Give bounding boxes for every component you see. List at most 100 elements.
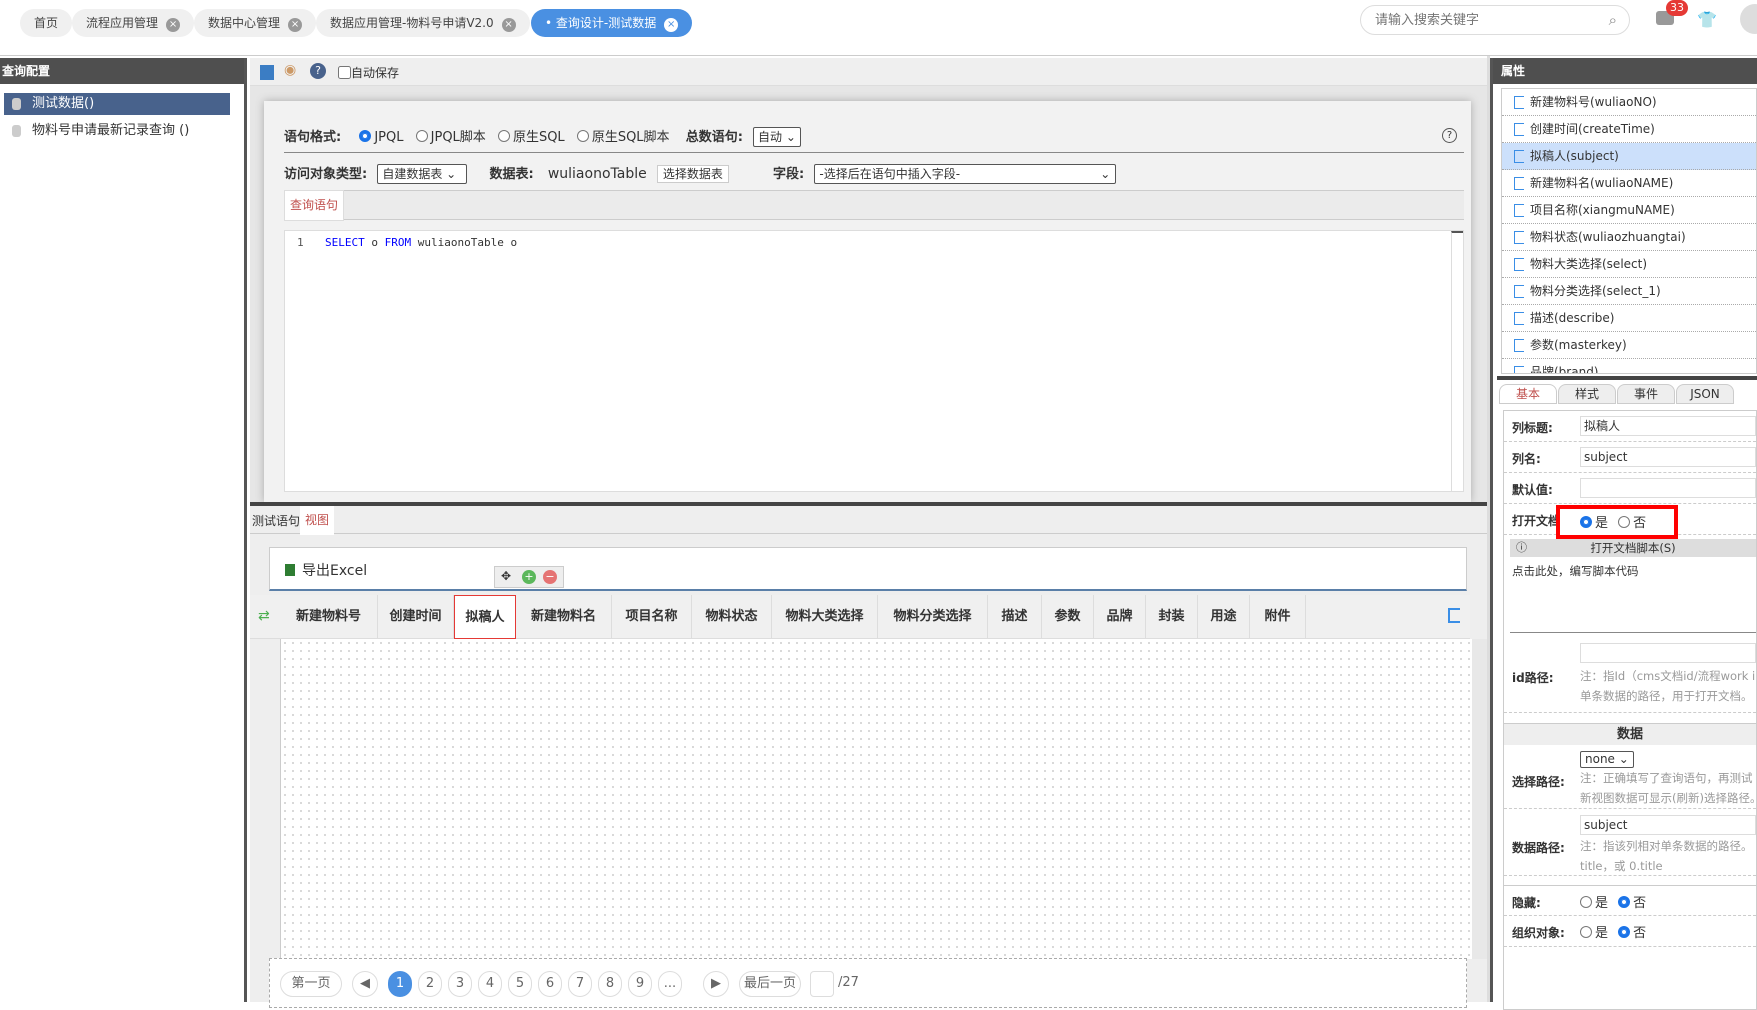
default-value-input[interactable] xyxy=(1580,478,1756,498)
export-excel-button[interactable]: 导出Excel xyxy=(302,560,367,580)
scrollbar[interactable] xyxy=(1451,231,1463,491)
add-column-icon[interactable]: + xyxy=(522,570,536,584)
help-icon[interactable]: ? xyxy=(310,63,326,79)
field-item[interactable]: 项目名称(xiangmuNAME) xyxy=(1502,197,1756,224)
page-button[interactable]: 6 xyxy=(538,971,562,997)
field-item[interactable]: 创建时间(createTime) xyxy=(1502,116,1756,143)
column-header[interactable]: 品牌 xyxy=(1094,595,1146,639)
page-button[interactable]: 5 xyxy=(508,971,532,997)
tree-item-latest-record[interactable]: 物料号申请最新记录查询 () xyxy=(4,120,189,142)
org-yes-radio[interactable]: 是 xyxy=(1580,926,1608,941)
help-icon[interactable]: ? xyxy=(1442,128,1457,143)
format-sql-script-radio[interactable]: 原生SQL脚本 xyxy=(576,130,670,145)
field-select[interactable]: -选择后在语句中插入字段- ⌄ xyxy=(814,164,1117,184)
column-header[interactable]: 新建物料名 xyxy=(516,595,612,639)
autosave-checkbox[interactable]: 自动保存 xyxy=(338,64,399,81)
page-button[interactable]: 8 xyxy=(598,971,622,997)
property-tab[interactable]: 事件 xyxy=(1617,384,1675,404)
hidden-yes-radio[interactable]: 是 xyxy=(1580,896,1608,911)
move-icon[interactable]: ✥ xyxy=(501,569,511,583)
data-path-input[interactable]: subject xyxy=(1580,815,1756,835)
remove-column-icon[interactable]: − xyxy=(543,570,557,584)
skin-icon[interactable]: 👕 xyxy=(1697,10,1717,29)
column-header[interactable]: 物料分类选择 xyxy=(878,595,988,639)
close-icon[interactable]: × xyxy=(288,18,303,32)
tab-query-design[interactable]: • 查询设计-测试数据 × xyxy=(531,9,693,37)
property-tab[interactable]: 样式 xyxy=(1558,384,1616,404)
save-icon[interactable] xyxy=(260,65,274,80)
column-header[interactable]: 拟稿人 xyxy=(454,595,516,639)
count-statement-select[interactable]: 自动 ⌄ xyxy=(753,127,801,147)
column-header[interactable]: 封装 xyxy=(1146,595,1198,639)
tab-test-statement[interactable]: 测试语句 xyxy=(244,512,300,529)
field-item[interactable]: 品牌(brand) xyxy=(1502,359,1756,373)
open-doc-no-radio[interactable]: 否 xyxy=(1618,516,1646,531)
close-icon[interactable]: × xyxy=(501,18,516,32)
field-item[interactable]: 描述(describe) xyxy=(1502,305,1756,332)
field-item[interactable]: 物料大类选择(select) xyxy=(1502,251,1756,278)
column-header[interactable]: 描述 xyxy=(988,595,1042,639)
search-icon[interactable]: ⌕ xyxy=(1609,11,1617,29)
column-title-input[interactable]: 拟稿人 xyxy=(1580,416,1756,436)
tab-query-statement[interactable]: 查询语句 xyxy=(284,190,344,221)
code-editor[interactable]: 1 SELECT o FROM wuliaonoTable o xyxy=(284,230,1464,492)
column-header[interactable]: 物料大类选择 xyxy=(772,595,878,639)
column-header[interactable]: 物料状态 xyxy=(692,595,772,639)
column-header[interactable]: 附件 xyxy=(1250,595,1306,639)
tab-flow-app[interactable]: 流程应用管理 × xyxy=(72,9,195,37)
field-item[interactable]: 新建物料名(wuliaoNAME) xyxy=(1502,170,1756,197)
page-button[interactable]: 1 xyxy=(388,971,412,997)
id-path-input[interactable] xyxy=(1580,643,1756,663)
left-panel-title: 查询配置 xyxy=(0,58,244,84)
column-name-input[interactable]: subject xyxy=(1580,447,1756,467)
close-icon[interactable]: × xyxy=(166,18,181,32)
tab-view[interactable]: 视图 xyxy=(300,506,335,535)
close-icon[interactable]: × xyxy=(664,18,679,32)
refresh-icon[interactable]: ⇄ xyxy=(258,608,270,624)
field-item[interactable]: 参数(masterkey) xyxy=(1502,332,1756,359)
script-editor[interactable]: 点击此处，编写脚本代码 xyxy=(1510,557,1756,633)
prev-page-button[interactable]: ◀ xyxy=(352,971,378,997)
open-doc-yes-radio[interactable]: 是 xyxy=(1580,516,1608,531)
search-box[interactable]: ⌕ xyxy=(1360,5,1630,35)
select-path-select[interactable]: none ⌄ xyxy=(1580,751,1634,768)
tab-data-app[interactable]: 数据应用管理-物料号申请V2.0 × xyxy=(316,9,530,37)
next-page-button[interactable]: ▶ xyxy=(703,971,729,997)
preview-eye-icon[interactable]: ◉ xyxy=(284,62,296,78)
column-header[interactable]: 新建物料号 xyxy=(280,595,378,639)
column-header[interactable]: 用途 xyxy=(1198,595,1250,639)
column-settings-icon[interactable] xyxy=(1448,608,1460,623)
page-button[interactable]: ... xyxy=(658,971,682,997)
tab-home[interactable]: 首页 xyxy=(20,9,73,37)
search-input[interactable] xyxy=(1375,12,1575,27)
page-input[interactable] xyxy=(810,971,834,997)
query-editor-card: 语句格式: JPQL JPQL脚本 原生SQL 原生SQL脚本 总数语句: 自动… xyxy=(264,101,1471,502)
column-header[interactable]: 创建时间 xyxy=(378,595,454,639)
first-page-button[interactable]: 第一页 xyxy=(280,971,342,997)
column-header[interactable]: 参数 xyxy=(1042,595,1094,639)
field-item[interactable]: 物料分类选择(select_1) xyxy=(1502,278,1756,305)
format-sql-radio[interactable]: 原生SQL xyxy=(497,130,565,145)
format-jpql-script-radio[interactable]: JPQL脚本 xyxy=(415,130,486,145)
field-item[interactable]: 拟稿人(subject) xyxy=(1502,143,1756,170)
format-jpql-radio[interactable]: JPQL xyxy=(359,130,404,145)
last-page-button[interactable]: 最后一页 xyxy=(739,971,801,997)
page-button[interactable]: 3 xyxy=(448,971,472,997)
choose-table-button[interactable]: 选择数据表 xyxy=(656,165,729,183)
avatar[interactable] xyxy=(1740,4,1757,34)
column-header[interactable]: 项目名称 xyxy=(612,595,692,639)
page-button[interactable]: 7 xyxy=(568,971,592,997)
tab-data-center[interactable]: 数据中心管理 × xyxy=(194,9,317,37)
page-button[interactable]: 4 xyxy=(478,971,502,997)
org-no-radio[interactable]: 否 xyxy=(1618,926,1646,941)
property-tab[interactable]: JSON xyxy=(1676,384,1734,404)
hidden-no-radio[interactable]: 否 xyxy=(1618,896,1646,911)
tree-item-test-data[interactable]: 测试数据() xyxy=(4,93,230,115)
page-button[interactable]: 2 xyxy=(418,971,442,997)
scrollbar[interactable] xyxy=(1472,639,1487,959)
field-item[interactable]: 物料状态(wuliaozhuangtai) xyxy=(1502,224,1756,251)
page-button[interactable]: 9 xyxy=(628,971,652,997)
property-tab[interactable]: 基本 xyxy=(1499,384,1557,404)
access-type-select[interactable]: 自建数据表 ⌄ xyxy=(377,164,468,184)
field-item[interactable]: 新建物料号(wuliaoNO) xyxy=(1502,89,1756,116)
